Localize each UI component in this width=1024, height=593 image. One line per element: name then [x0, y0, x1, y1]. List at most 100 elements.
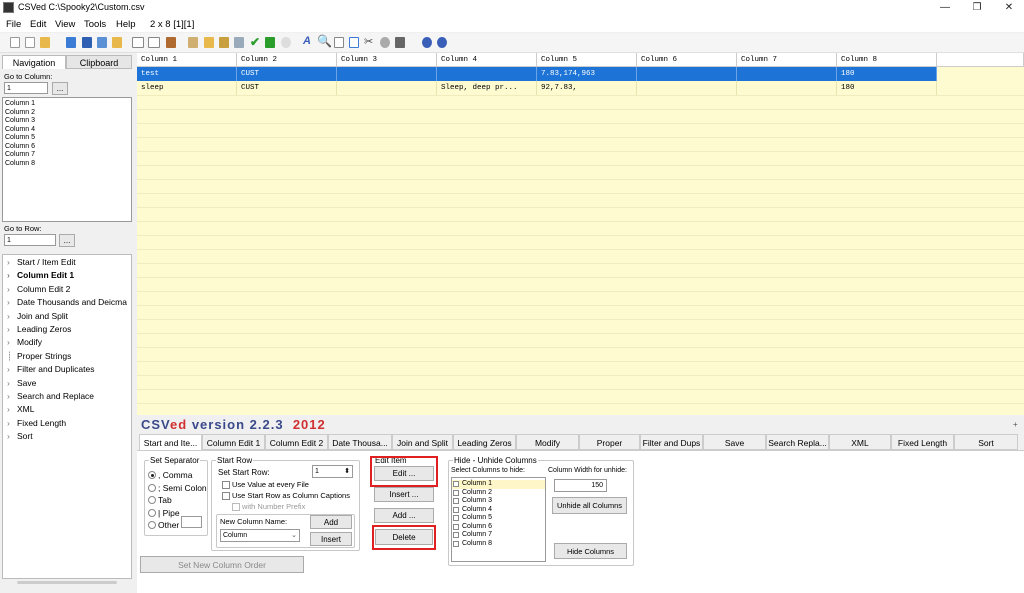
- column-width-input[interactable]: 150: [554, 479, 607, 492]
- horizontal-scrollbar[interactable]: [17, 581, 117, 584]
- hide-column-item[interactable]: Column 3: [452, 497, 545, 506]
- chevron-right-icon[interactable]: ›: [7, 391, 17, 401]
- tree-item[interactable]: › Column Edit 2: [7, 284, 70, 294]
- table-cell[interactable]: [437, 67, 537, 81]
- bottom-tab[interactable]: Fixed Length: [891, 434, 954, 450]
- hide-column-checkbox[interactable]: [453, 489, 459, 496]
- folder-icon[interactable]: [112, 37, 122, 48]
- unhide-all-columns-button[interactable]: Unhide all Columns: [552, 497, 627, 514]
- columns-icon[interactable]: [395, 37, 405, 48]
- chevron-right-icon[interactable]: ›: [7, 431, 17, 441]
- table-cell[interactable]: Sleep, deep pr...: [437, 81, 537, 95]
- grid-column-header[interactable]: Column 1: [137, 53, 237, 67]
- table-cell[interactable]: 7.83,174,963: [537, 67, 637, 81]
- table-cell[interactable]: [637, 67, 737, 81]
- tree-item[interactable]: › XML: [7, 404, 34, 414]
- new-file-icon[interactable]: [10, 37, 20, 48]
- grid-column-header[interactable]: Column 5: [537, 53, 637, 67]
- tab-clipboard[interactable]: Clipboard: [66, 55, 132, 69]
- bottom-tab[interactable]: Join and Split: [392, 434, 453, 450]
- book-icon[interactable]: [166, 37, 176, 48]
- add-column-button[interactable]: Add: [310, 515, 352, 529]
- grid-icon[interactable]: [334, 37, 344, 48]
- hide-column-checkbox[interactable]: [453, 540, 459, 547]
- bottom-tab[interactable]: Proper: [579, 434, 640, 450]
- chevron-right-icon[interactable]: ›: [7, 270, 17, 280]
- save-as-icon[interactable]: [97, 37, 107, 48]
- tree-item[interactable]: ┊ Proper Strings: [7, 351, 71, 362]
- edit-item-button[interactable]: Edit ...: [374, 466, 434, 481]
- chevron-right-icon[interactable]: ›: [7, 324, 17, 334]
- menu-view[interactable]: View: [55, 19, 75, 30]
- use-captions-checkbox[interactable]: [222, 492, 230, 500]
- tree-item[interactable]: › Save: [7, 378, 36, 388]
- table-cell[interactable]: [337, 81, 437, 95]
- tree-item[interactable]: › Leading Zeros: [7, 324, 71, 334]
- bottom-tab[interactable]: Search Repla...: [766, 434, 829, 450]
- start-row-spinner[interactable]: 1 ⬍: [312, 465, 353, 478]
- tree-item[interactable]: › Join and Split: [7, 311, 68, 321]
- table-cell[interactable]: 92,7.83,: [537, 81, 637, 95]
- chevron-right-icon[interactable]: ›: [7, 337, 17, 347]
- grid-column-header[interactable]: Column 8: [837, 53, 937, 67]
- hide-column-checkbox[interactable]: [453, 506, 459, 513]
- menu-edit[interactable]: Edit: [30, 19, 46, 30]
- table-cell[interactable]: 180: [837, 67, 937, 81]
- bottom-tab[interactable]: Sort: [954, 434, 1018, 450]
- tree-item[interactable]: › Fixed Length: [7, 418, 66, 428]
- table-cell[interactable]: 180: [837, 81, 937, 95]
- grid-column-header[interactable]: Column 4: [437, 53, 537, 67]
- table-cell[interactable]: CUST: [237, 81, 337, 95]
- go-to-column-input[interactable]: 1: [4, 82, 48, 94]
- hide-column-checkbox[interactable]: [453, 481, 459, 487]
- document-icon[interactable]: [349, 37, 359, 48]
- chevron-right-icon[interactable]: ›: [7, 404, 17, 414]
- menu-tools[interactable]: Tools: [84, 19, 106, 30]
- hide-columns-button[interactable]: Hide Columns: [554, 543, 627, 559]
- clipboard-icon[interactable]: [188, 37, 198, 48]
- separator-radio[interactable]: [148, 471, 156, 479]
- paste-icon[interactable]: [204, 37, 214, 48]
- hide-column-checkbox[interactable]: [453, 523, 459, 530]
- table-cell[interactable]: sleep: [137, 81, 237, 95]
- maximize-button[interactable]: ❐: [961, 0, 993, 16]
- hide-column-item[interactable]: Column 1: [452, 480, 545, 489]
- bottom-tab[interactable]: Start and Ite...: [139, 434, 202, 450]
- table-cell[interactable]: [637, 81, 737, 95]
- separator-radio[interactable]: [148, 496, 156, 504]
- close-button[interactable]: ✕: [993, 0, 1024, 16]
- tree-item[interactable]: › Column Edit 1: [7, 270, 74, 280]
- delete-item-button[interactable]: Delete: [375, 529, 433, 545]
- separator-radio[interactable]: [148, 521, 156, 529]
- checkbox-icon[interactable]: [265, 37, 275, 48]
- number-prefix-checkbox[interactable]: [232, 503, 240, 511]
- column-list[interactable]: Column 1 Column 2 Column 3 Column 4 Column 5…: [2, 97, 132, 222]
- save-icon[interactable]: [82, 37, 92, 48]
- chevron-right-icon[interactable]: ›: [7, 418, 17, 428]
- tab-navigation[interactable]: Navigation: [2, 55, 66, 69]
- minimize-button[interactable]: —: [929, 0, 961, 16]
- hide-column-item[interactable]: Column 4: [452, 506, 545, 515]
- chevron-right-icon[interactable]: ›: [7, 257, 17, 267]
- grid-column-header[interactable]: Column 3: [337, 53, 437, 67]
- tree-line-icon[interactable]: ┊: [7, 351, 17, 362]
- table-cell[interactable]: [337, 67, 437, 81]
- bottom-tab[interactable]: Save: [703, 434, 766, 450]
- bottom-tab[interactable]: XML: [829, 434, 891, 450]
- hide-column-item[interactable]: Column 5: [452, 514, 545, 523]
- help-icon[interactable]: [422, 37, 432, 48]
- column-list-item[interactable]: Column 5: [3, 134, 131, 143]
- go-to-column-button[interactable]: ...: [52, 82, 68, 95]
- import-icon[interactable]: [219, 37, 229, 48]
- add-item-button[interactable]: Add ...: [374, 508, 434, 523]
- tree-item[interactable]: › Date Thousands and Deicma: [7, 297, 127, 307]
- column-list-item[interactable]: Column 8: [3, 160, 131, 169]
- tools-icon[interactable]: ✂: [364, 35, 373, 48]
- grid-column-header[interactable]: Column 7: [737, 53, 837, 67]
- bottom-tab[interactable]: Filter and Dups: [640, 434, 703, 450]
- other-separator-input[interactable]: [181, 516, 202, 528]
- separator-radio[interactable]: [148, 483, 156, 492]
- hide-column-checkbox[interactable]: [453, 532, 459, 538]
- search-icon[interactable]: 🔍: [317, 34, 332, 48]
- grid-column-header[interactable]: Column 6: [637, 53, 737, 67]
